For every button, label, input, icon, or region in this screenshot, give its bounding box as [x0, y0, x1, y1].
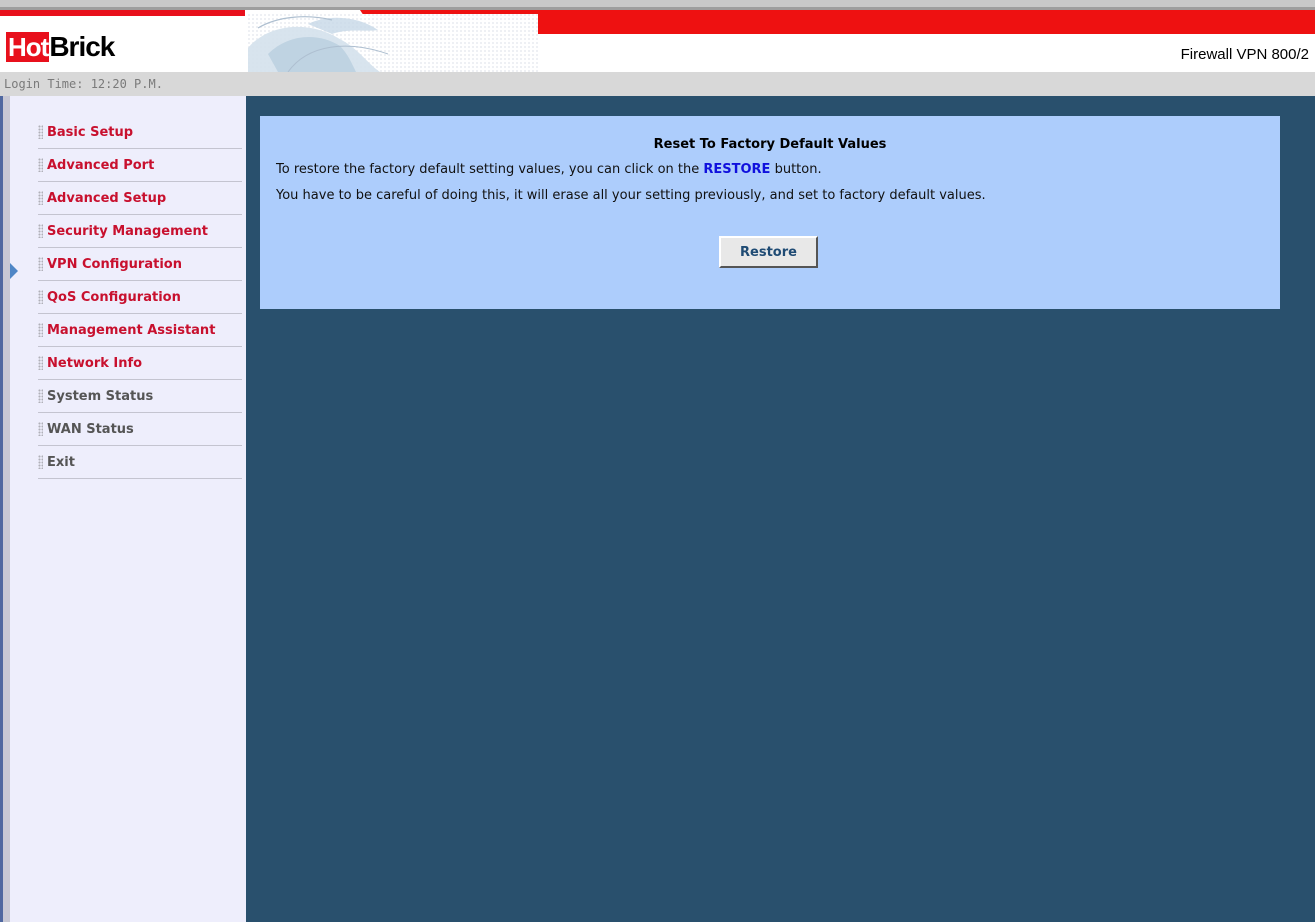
login-time: Login Time: 12:20 P.M. [4, 77, 163, 91]
login-bar [0, 72, 1315, 96]
hotbrick-logo: Hot Brick [6, 30, 115, 62]
main-content: Reset To Factory Default Values To resto… [246, 96, 1315, 922]
sidebar-item-network-info[interactable]: Network Info [38, 347, 242, 380]
sidebar-item-management-assistant[interactable]: Management Assistant [38, 314, 242, 347]
page-title: Reset To Factory Default Values [653, 137, 887, 152]
sidebar-item-advanced-setup[interactable]: Advanced Setup [38, 182, 242, 215]
product-name: Firewall VPN 800/2 [1180, 46, 1309, 63]
logo-hot-text: Hot [6, 32, 49, 62]
window-top-bar [0, 0, 1315, 7]
logo-accent-bar [0, 10, 245, 16]
dots-icon [38, 191, 43, 205]
sidebar-item-security-management[interactable]: Security Management [38, 215, 242, 248]
sidebar-item-label: Advanced Setup [47, 190, 167, 206]
restore-button[interactable]: Restore [719, 236, 818, 268]
dots-icon [38, 422, 43, 436]
sidebar-item-advanced-port[interactable]: Advanced Port [38, 149, 242, 182]
sidebar-item-label: QoS Configuration [47, 289, 181, 305]
sidebar-item-exit[interactable]: Exit [38, 446, 242, 479]
dots-icon [38, 290, 43, 304]
sidebar-item-label: Basic Setup [47, 124, 134, 140]
sidebar-item-label: Management Assistant [47, 322, 216, 338]
dots-icon [38, 257, 43, 271]
factory-reset-panel: Reset To Factory Default Values To resto… [260, 116, 1280, 309]
instruction-line-1: To restore the factory default setting v… [276, 162, 822, 177]
instruction-text: To restore the factory default setting v… [276, 162, 704, 177]
dots-icon [38, 158, 43, 172]
instruction-text-end: button. [770, 162, 822, 177]
sidebar-item-basic-setup[interactable]: Basic Setup [38, 116, 242, 149]
left-frame-edge [0, 96, 10, 922]
dots-icon [38, 389, 43, 403]
sidebar-item-label: Exit [47, 454, 75, 470]
sidebar-item-label: Network Info [47, 355, 143, 371]
dots-icon [38, 356, 43, 370]
dots-icon [38, 224, 43, 238]
active-pointer-icon [10, 263, 18, 279]
sidebar-item-wan-status[interactable]: WAN Status [38, 413, 242, 446]
sidebar-item-label: Advanced Port [47, 157, 155, 173]
sidebar-item-label: System Status [47, 388, 154, 404]
dots-icon [38, 455, 43, 469]
warning-line: You have to be careful of doing this, it… [276, 188, 986, 203]
logo-brick-text: Brick [49, 31, 115, 62]
sidebar-item-qos-configuration[interactable]: QoS Configuration [38, 281, 242, 314]
restore-keyword: RESTORE [703, 162, 771, 177]
world-map-graphic [248, 14, 538, 72]
sidebar-item-label: WAN Status [47, 421, 134, 437]
sidebar-item-vpn-configuration[interactable]: VPN Configuration [38, 248, 242, 281]
sidebar-item-system-status[interactable]: System Status [38, 380, 242, 413]
sidebar-item-label: VPN Configuration [47, 256, 182, 272]
sidebar-menu: Basic Setup Advanced Port Advanced Setup… [38, 116, 242, 479]
sidebar: Basic Setup Advanced Port Advanced Setup… [10, 96, 246, 922]
app-window: Hot Brick Firewall VPN 800/2 Login Time:… [0, 0, 1315, 922]
dots-icon [38, 323, 43, 337]
sidebar-item-label: Security Management [47, 223, 208, 239]
dots-icon [38, 125, 43, 139]
